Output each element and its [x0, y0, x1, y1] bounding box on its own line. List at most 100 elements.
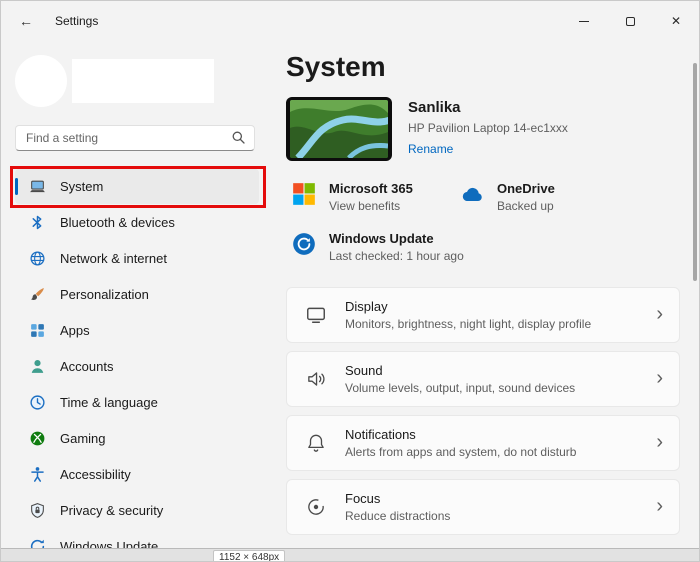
- tile-title: OneDrive: [497, 181, 555, 196]
- system-icon: [29, 178, 46, 195]
- maximize-icon: [625, 16, 635, 26]
- chevron-right-icon: ›: [656, 366, 663, 389]
- device-thumbnail: [286, 97, 392, 161]
- sidebar: System Bluetooth & devices Network & int…: [1, 41, 271, 554]
- sidebar-item-accounts[interactable]: Accounts: [15, 349, 259, 384]
- sidebar-item-bluetooth-devices[interactable]: Bluetooth & devices: [15, 205, 259, 240]
- tile-text: OneDrive Backed up: [497, 181, 555, 213]
- profile-name-block: [72, 59, 214, 103]
- time-language-icon: [29, 394, 46, 411]
- searchbox: [15, 125, 259, 151]
- sidebar-item-label: Bluetooth & devices: [60, 215, 175, 230]
- window-controls: ✕: [561, 1, 699, 41]
- card-sound[interactable]: Sound Volume levels, output, input, soun…: [286, 351, 680, 407]
- microsoft-365-icon: [291, 181, 317, 207]
- close-button[interactable]: ✕: [653, 1, 699, 41]
- tile-title: Microsoft 365: [329, 181, 413, 196]
- sidebar-item-label: Accessibility: [60, 467, 131, 482]
- bottom-strip: 1152 × 648px: [1, 548, 699, 561]
- avatar: [15, 55, 67, 107]
- sidebar-item-label: System: [60, 179, 104, 194]
- chevron-right-icon: ›: [656, 430, 663, 453]
- onedrive-icon: [459, 181, 485, 207]
- bluetooth-icon: [29, 214, 46, 231]
- tile-subtitle: Last checked: 1 hour ago: [329, 249, 464, 263]
- main-content: System Sanlika HP Pavilion Laptop 14-ec1…: [271, 41, 699, 550]
- tile-microsoft-365[interactable]: Microsoft 365 View benefits: [291, 181, 459, 213]
- tile-onedrive[interactable]: OneDrive Backed up: [459, 181, 680, 213]
- sidebar-item-gaming[interactable]: Gaming: [15, 421, 259, 456]
- card-title: Focus: [345, 491, 381, 506]
- back-icon: ←: [19, 13, 33, 29]
- card-title: Sound: [345, 363, 383, 378]
- rename-link[interactable]: Rename: [408, 142, 453, 156]
- tile-title: Windows Update: [329, 231, 434, 246]
- sidebar-item-label: Gaming: [60, 431, 106, 446]
- gaming-icon: [29, 430, 46, 447]
- tile-text: Windows Update Last checked: 1 hour ago: [329, 231, 464, 263]
- size-label: 1152 × 648px: [213, 550, 286, 561]
- settings-window: ← Settings ✕ Syste: [0, 0, 700, 562]
- tile-windows-update[interactable]: Windows Update Last checked: 1 hour ago: [291, 231, 680, 263]
- sidebar-item-label: Apps: [60, 323, 90, 338]
- sidebar-item-apps[interactable]: Apps: [15, 313, 259, 348]
- card-notifications[interactable]: Notifications Alerts from apps and syste…: [286, 415, 680, 471]
- maximize-button[interactable]: [607, 1, 653, 41]
- window-title: Settings: [55, 14, 99, 28]
- sidebar-item-privacy-security[interactable]: Privacy & security: [15, 493, 259, 528]
- back-button[interactable]: ←: [11, 8, 41, 34]
- sidebar-nav: System Bluetooth & devices Network & int…: [15, 169, 259, 561]
- card-text: Sound Volume levels, output, input, soun…: [345, 363, 575, 395]
- minimize-icon: [579, 20, 589, 22]
- tile-subtitle[interactable]: View benefits: [329, 199, 413, 213]
- sidebar-item-personalization[interactable]: Personalization: [15, 277, 259, 312]
- network-icon: [29, 250, 46, 267]
- tile-text: Microsoft 365 View benefits: [329, 181, 413, 213]
- sidebar-item-label: Privacy & security: [60, 503, 164, 518]
- focus-icon: [305, 496, 327, 518]
- card-subtitle: Alerts from apps and system, do not dist…: [345, 445, 577, 459]
- card-text: Display Monitors, brightness, night ligh…: [345, 299, 591, 331]
- scrollbar[interactable]: [693, 63, 697, 281]
- card-title: Display: [345, 299, 388, 314]
- device-name: Sanlika: [408, 99, 461, 116]
- windows-update-status-icon: [291, 231, 317, 257]
- device-model: HP Pavilion Laptop 14-ec1xxx: [408, 121, 568, 135]
- device-info-row: Sanlika HP Pavilion Laptop 14-ec1xxx Ren…: [286, 97, 680, 161]
- minimize-button[interactable]: [561, 1, 607, 41]
- accounts-icon: [29, 358, 46, 375]
- titlebar: ← Settings ✕: [1, 1, 699, 41]
- sound-icon: [305, 368, 327, 390]
- notifications-icon: [305, 432, 327, 454]
- sidebar-item-label: Personalization: [60, 287, 149, 302]
- sidebar-item-label: Network & internet: [60, 251, 167, 266]
- chevron-right-icon: ›: [656, 302, 663, 325]
- card-text: Focus Reduce distractions: [345, 491, 450, 523]
- card-focus[interactable]: Focus Reduce distractions ›: [286, 479, 680, 535]
- personalization-icon: [29, 286, 46, 303]
- display-icon: [305, 304, 327, 326]
- close-icon: ✕: [670, 14, 682, 28]
- profile-area[interactable]: [15, 55, 259, 107]
- search-input[interactable]: [15, 125, 255, 151]
- card-display[interactable]: Display Monitors, brightness, night ligh…: [286, 287, 680, 343]
- card-subtitle: Monitors, brightness, night light, displ…: [345, 317, 592, 331]
- device-info: Sanlika HP Pavilion Laptop 14-ec1xxx Ren…: [408, 97, 568, 158]
- sidebar-item-label: Time & language: [60, 395, 158, 410]
- search-icon: [232, 131, 245, 144]
- apps-icon: [29, 322, 46, 339]
- card-text: Notifications Alerts from apps and syste…: [345, 427, 576, 459]
- sidebar-item-time-language[interactable]: Time & language: [15, 385, 259, 420]
- settings-cards: Display Monitors, brightness, night ligh…: [286, 287, 680, 535]
- status-tiles: Microsoft 365 View benefits OneDrive Bac…: [291, 181, 680, 263]
- card-subtitle: Reduce distractions: [345, 509, 451, 523]
- sidebar-item-accessibility[interactable]: Accessibility: [15, 457, 259, 492]
- accessibility-icon: [29, 466, 46, 483]
- page-title: System: [286, 51, 386, 82]
- sidebar-item-label: Accounts: [60, 359, 114, 374]
- tile-subtitle: Backed up: [497, 199, 554, 213]
- sidebar-item-network-internet[interactable]: Network & internet: [15, 241, 259, 276]
- sidebar-item-system[interactable]: System: [15, 169, 259, 204]
- card-subtitle: Volume levels, output, input, sound devi…: [345, 381, 576, 395]
- chevron-right-icon: ›: [656, 494, 663, 517]
